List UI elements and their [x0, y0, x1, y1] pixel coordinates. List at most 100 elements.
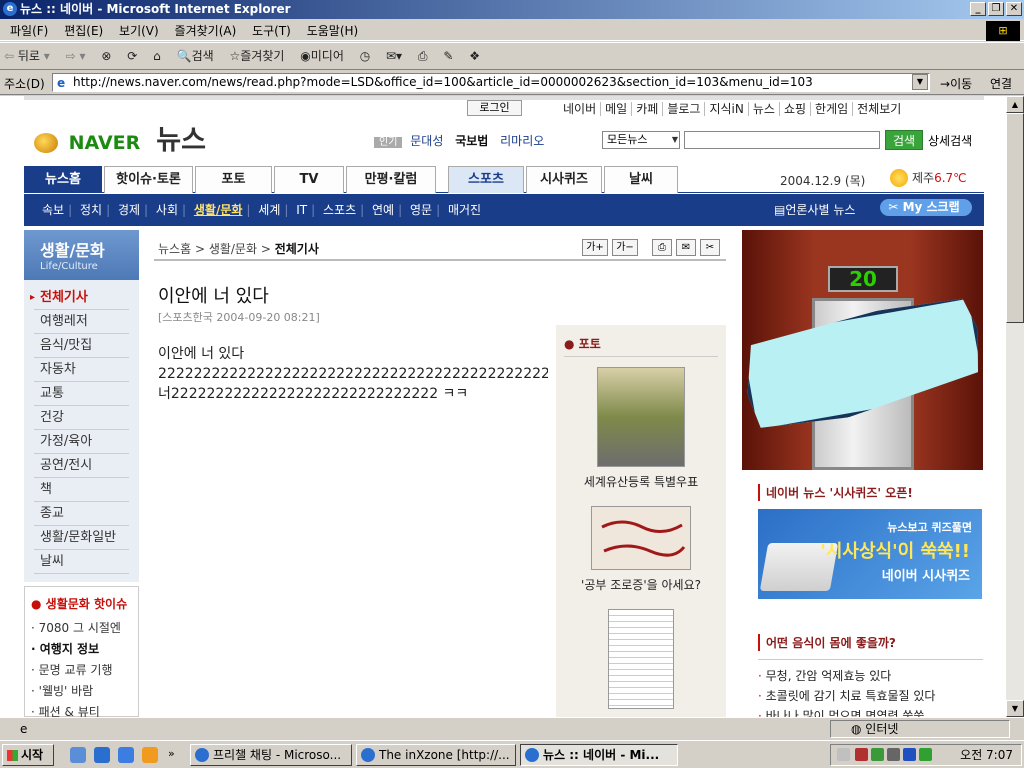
sidebar-item-travel[interactable]: 여행레저: [34, 310, 129, 334]
naver-logo[interactable]: NAVER 뉴스: [34, 118, 206, 157]
font-smaller-button[interactable]: 가−: [612, 239, 638, 256]
hot-issue-item[interactable]: · '웰빙' 바람: [31, 681, 132, 702]
subnav-magazine[interactable]: 매거진: [448, 203, 481, 217]
scroll-down-icon[interactable]: ▼: [1006, 700, 1024, 717]
menu-tools[interactable]: 도구(T): [246, 19, 297, 42]
tab-photo[interactable]: 포토: [195, 166, 272, 193]
more-quicklaunch-icon[interactable]: »: [168, 747, 175, 760]
quiz-banner[interactable]: 뉴스보고 퀴즈풀면 '시사상식'이 쑥쑥!! 네이버 시사퀴즈: [758, 509, 982, 599]
sidebar-item-weather[interactable]: 날씨: [34, 550, 129, 574]
search-input[interactable]: [684, 131, 880, 149]
stamp-photo[interactable]: [597, 367, 685, 467]
hot-issue-item[interactable]: · 문명 교류 기행: [31, 660, 132, 681]
hot-issue-item[interactable]: · 7080 그 시절엔: [31, 618, 132, 639]
pen-icon[interactable]: [887, 748, 900, 761]
messenger-icon[interactable]: ❖: [469, 49, 480, 63]
weather-widget[interactable]: 제주6.7℃: [890, 169, 967, 187]
media-button[interactable]: ◉미디어: [300, 47, 344, 64]
show-desktop-icon[interactable]: [70, 747, 86, 763]
toplink-cafe[interactable]: 카페: [632, 102, 664, 116]
sidebar-item-family[interactable]: 가정/육아: [34, 430, 129, 454]
sidebar-item-books[interactable]: 책: [34, 478, 129, 502]
antivirus-icon[interactable]: [855, 748, 868, 761]
toplink-shopping[interactable]: 쇼핑: [779, 102, 812, 116]
document-photo[interactable]: [608, 609, 674, 709]
breadcrumb-section[interactable]: 생활/문화: [209, 242, 257, 256]
scrap-icon[interactable]: ✂: [700, 239, 720, 256]
subnav-english[interactable]: 영문: [410, 203, 432, 217]
login-button[interactable]: 로그인: [467, 100, 522, 116]
press-news-link[interactable]: ▤언론사별 뉴스: [774, 201, 859, 218]
subnav-economy[interactable]: 경제: [118, 203, 140, 217]
study-photo[interactable]: [591, 506, 691, 570]
advanced-search-link[interactable]: 상세검색: [928, 132, 972, 149]
menu-file[interactable]: 파일(F): [4, 19, 54, 42]
subnav-society[interactable]: 사회: [156, 203, 178, 217]
tab-cartoon-column[interactable]: 만평·칼럼: [346, 166, 436, 193]
tab-hot-issue[interactable]: 핫이슈·토론: [104, 166, 193, 193]
search-button[interactable]: 검색: [885, 130, 923, 150]
menu-edit[interactable]: 편집(E): [58, 19, 109, 42]
stop-icon[interactable]: ⊗: [101, 49, 111, 63]
network-icon[interactable]: [837, 748, 850, 761]
sidebar-item-all[interactable]: 전체기사: [34, 286, 129, 310]
toplink-hangame[interactable]: 한게임: [811, 102, 854, 116]
print-icon[interactable]: ⎙: [652, 239, 672, 256]
go-button[interactable]: →이동: [940, 75, 972, 92]
address-dropdown-icon[interactable]: ▼: [912, 74, 928, 90]
subnav-breaking[interactable]: 속보: [42, 203, 64, 217]
tab-weather[interactable]: 날씨: [604, 166, 678, 193]
menu-help[interactable]: 도움말(H): [301, 19, 365, 42]
popular-keyword[interactable]: 문대성: [410, 134, 443, 148]
popular-keyword[interactable]: 국보법: [455, 134, 488, 148]
hot-issue-item[interactable]: · 패션 & 뷰티: [31, 702, 132, 717]
close-button[interactable]: ✕: [1006, 2, 1022, 16]
start-button[interactable]: 시작: [2, 744, 54, 766]
tab-quiz[interactable]: 시사퀴즈: [526, 166, 602, 193]
sidebar-item-health[interactable]: 건강: [34, 406, 129, 430]
tab-sports[interactable]: 스포츠: [448, 166, 524, 193]
toplink-naver[interactable]: 네이버: [559, 102, 602, 116]
subnav-politics[interactable]: 정치: [80, 203, 102, 217]
tab-tv[interactable]: TV: [274, 166, 344, 193]
home-icon[interactable]: ⌂: [153, 49, 161, 63]
subnav-it[interactable]: IT: [296, 203, 307, 217]
sidebar-item-religion[interactable]: 종교: [34, 502, 129, 526]
scroll-up-icon[interactable]: ▲: [1006, 96, 1024, 113]
my-scrap-button[interactable]: ✂ My 스크랩: [880, 199, 972, 216]
task-inxzone[interactable]: The inXzone [http://...: [356, 744, 516, 766]
toplink-kin[interactable]: 지식iN: [705, 102, 749, 116]
elevator-ad-banner[interactable]: 20: [742, 230, 983, 470]
tab-news-home[interactable]: 뉴스홈: [24, 166, 102, 193]
breadcrumb-home[interactable]: 뉴스홈: [158, 242, 191, 256]
address-input[interactable]: http://news.naver.com/news/read.php?mode…: [52, 73, 930, 92]
food-news-title[interactable]: 어떤 음식이 몸에 좋을까?: [758, 634, 983, 651]
globe-tray-icon[interactable]: [903, 748, 916, 761]
food-news-item[interactable]: 무청, 간암 억제효능 있다: [758, 666, 983, 686]
mail-icon[interactable]: ✉▾: [386, 49, 402, 63]
hot-issue-item[interactable]: · 여행지 정보: [31, 639, 132, 660]
refresh-icon[interactable]: ⟳: [127, 49, 137, 63]
subnav-life-culture[interactable]: 생활/문화: [194, 203, 243, 217]
sidebar-item-car[interactable]: 자동차: [34, 358, 129, 382]
back-button[interactable]: ⇦ 뒤로 ▾: [4, 47, 50, 64]
print-icon[interactable]: ⎙: [418, 49, 428, 64]
food-news-item[interactable]: 초콜릿에 감기 치료 특효물질 있다: [758, 686, 983, 706]
task-naver-news[interactable]: 뉴스 :: 네이버 - Mi...: [520, 744, 678, 766]
popular-keyword[interactable]: 리마리오: [500, 134, 544, 148]
menu-view[interactable]: 보기(V): [113, 19, 165, 42]
task-chat[interactable]: 프리챌 채팅 - Microso...: [190, 744, 352, 766]
links-button[interactable]: 연결: [990, 75, 1012, 92]
minimize-button[interactable]: _: [970, 2, 986, 16]
sidebar-item-general[interactable]: 생활/문화일반: [34, 526, 129, 550]
restore-button[interactable]: ❐: [988, 2, 1004, 16]
subnav-world[interactable]: 세계: [258, 203, 280, 217]
food-news-item[interactable]: 바나나 많이 먹으면 면역력 쑥쑥: [758, 706, 983, 717]
forward-button[interactable]: ⇨ ▾: [66, 49, 86, 63]
tray-app-icon[interactable]: [871, 748, 884, 761]
email-icon[interactable]: ✉: [676, 239, 696, 256]
menu-favorites[interactable]: 즐겨찾기(A): [169, 19, 243, 42]
photo-caption[interactable]: '공부 조로증'을 아세요?: [564, 576, 718, 593]
messenger-quicklaunch-icon[interactable]: [142, 747, 158, 763]
photo-caption[interactable]: 세계유산등록 특별우표: [564, 473, 718, 490]
